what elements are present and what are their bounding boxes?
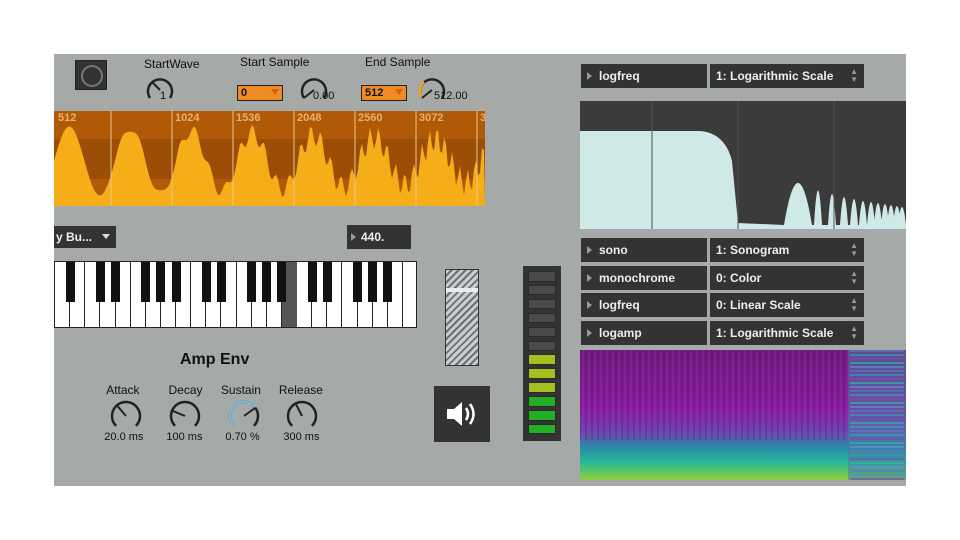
amp-env-knob-label: Release xyxy=(278,383,323,397)
spectrum-option-logfreq-box[interactable]: logfreq xyxy=(581,293,707,317)
spectrum-display[interactable] xyxy=(580,101,906,229)
piano-black-key[interactable] xyxy=(262,262,272,302)
end-sample-number-box[interactable]: 512 xyxy=(361,85,407,101)
meter-segment xyxy=(528,396,556,407)
sonogram-graph xyxy=(580,350,906,480)
sonogram-display[interactable] xyxy=(580,350,906,480)
piano-black-key[interactable] xyxy=(141,262,151,302)
meter-segment xyxy=(528,271,556,282)
piano-black-key[interactable] xyxy=(171,262,181,302)
synth-panel: StartWave 1 Start Sample 0 0.00 End Samp… xyxy=(54,54,906,486)
spectrum-option-monochrome-box[interactable]: monochrome xyxy=(581,265,707,290)
waveform-marker-label: 2048 xyxy=(297,112,322,124)
meter-segment xyxy=(528,298,556,310)
meter-segment xyxy=(528,312,556,324)
record-button-icon xyxy=(81,65,103,87)
frequency-number-box[interactable]: 440. xyxy=(347,225,411,249)
start-sample-number-box[interactable]: 0 xyxy=(237,85,283,101)
spectrum-option-logamp-menu[interactable]: 1: Logarithmic Scale ▲ ▼ xyxy=(710,320,864,345)
piano-black-key[interactable] xyxy=(368,262,378,302)
waveform-marker-label: 3072 xyxy=(419,112,444,124)
spectrum-option-sono-menu[interactable]: 1: Sonogram ▲ ▼ xyxy=(710,238,864,262)
piano-white-key[interactable] xyxy=(402,262,416,327)
start-sample-value: 0.00 xyxy=(313,90,335,102)
waveform-marker-label: 2560 xyxy=(358,112,383,124)
piano-black-key[interactable] xyxy=(277,262,287,302)
amp-env-knob-value: 20.0 ms xyxy=(104,431,144,443)
amp-env-knob[interactable] xyxy=(222,397,266,433)
piano-black-key[interactable] xyxy=(247,262,257,302)
amp-env-knob-label: Attack xyxy=(106,383,140,397)
amp-env-knob-value: 100 ms xyxy=(166,431,203,443)
gain-slider-handle[interactable] xyxy=(446,288,478,292)
meter-segment xyxy=(528,284,556,296)
top-logfreq-menu[interactable]: 1: Logarithmic Scale ▲ ▼ xyxy=(710,64,864,88)
spectrum-graph xyxy=(580,101,906,229)
speaker-icon xyxy=(447,402,475,426)
waveform-marker-label: 1536 xyxy=(236,112,261,124)
amp-env-knob[interactable] xyxy=(280,397,324,433)
amp-env-knob[interactable] xyxy=(163,397,207,433)
meter-segment xyxy=(528,326,556,338)
piano-black-key[interactable] xyxy=(156,262,166,302)
waveform-graph xyxy=(54,111,485,206)
waveform-marker-label: 3584 xyxy=(480,112,485,124)
amp-env-knob-label: Decay xyxy=(168,383,203,397)
amp-env-knob-value: 0.70 % xyxy=(225,431,260,443)
preset-menu[interactable]: y Bu... xyxy=(54,226,116,248)
amp-env-knob-label: Sustain xyxy=(220,383,261,397)
waveform-marker-label: 1024 xyxy=(175,112,200,124)
meter-segment xyxy=(528,410,556,421)
spectrum-option-logamp-box[interactable]: logamp xyxy=(581,320,707,345)
piano-black-key[interactable] xyxy=(201,262,211,302)
end-sample-label: End Sample xyxy=(365,55,431,69)
start-sample-label: Start Sample xyxy=(240,55,310,69)
end-sample-value: 512.00 xyxy=(434,90,468,102)
meter-segment xyxy=(528,382,556,393)
meter-segment xyxy=(528,368,556,379)
amp-env-knob[interactable] xyxy=(104,397,148,433)
gain-slider[interactable] xyxy=(445,269,479,366)
top-logfreq-box[interactable]: logfreq xyxy=(581,64,707,88)
meter-segment xyxy=(528,423,556,435)
piano-black-key[interactable] xyxy=(216,262,226,302)
piano-keyboard[interactable] xyxy=(54,261,417,328)
level-meter xyxy=(523,266,561,441)
chevron-down-icon xyxy=(102,234,110,239)
piano-black-key[interactable] xyxy=(353,262,362,302)
frequency-arrow-icon xyxy=(351,233,356,241)
waveform-display[interactable]: 512 1024 1536 2048 2560 3072 3584 xyxy=(54,111,485,206)
start-wave-value: 1 xyxy=(160,90,167,102)
piano-black-key[interactable] xyxy=(322,262,332,302)
piano-black-key[interactable] xyxy=(95,262,105,302)
amp-env-title: Amp Env xyxy=(180,351,250,368)
meter-segment xyxy=(528,354,556,365)
meter-segment xyxy=(528,340,556,351)
spectrum-option-logfreq-menu[interactable]: 0: Linear Scale ▲ ▼ xyxy=(710,293,864,317)
audio-on-button[interactable] xyxy=(434,386,490,442)
piano-black-key[interactable] xyxy=(383,262,393,302)
piano-black-key[interactable] xyxy=(111,262,120,302)
record-button[interactable] xyxy=(75,60,107,90)
spectrum-option-monochrome-menu[interactable]: 0: Color ▲ ▼ xyxy=(710,265,864,290)
spectrum-option-sono-box[interactable]: sono xyxy=(581,238,707,262)
waveform-marker-label: 512 xyxy=(58,112,77,124)
piano-black-key[interactable] xyxy=(307,262,317,302)
piano-black-key[interactable] xyxy=(65,262,75,302)
start-wave-label: StartWave xyxy=(144,57,200,71)
amp-env-knob-value: 300 ms xyxy=(283,431,320,443)
